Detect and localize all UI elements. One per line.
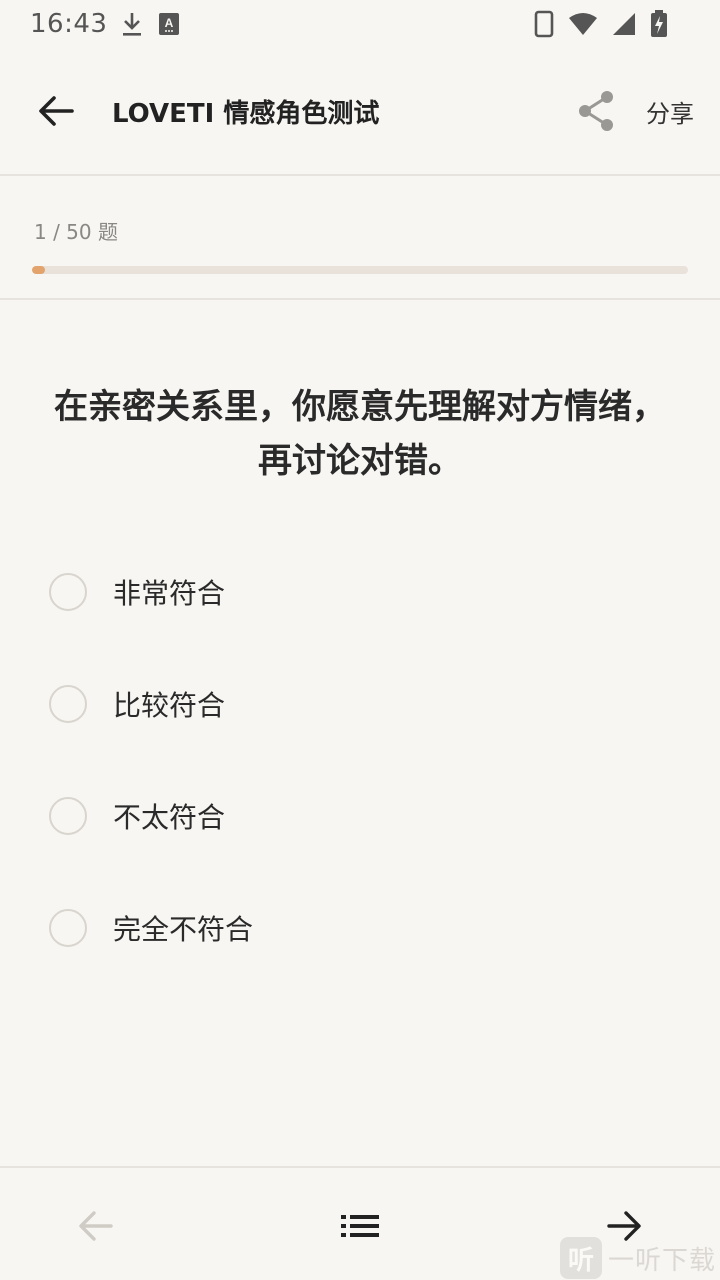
answer-options: 非常符合 比较符合 不太符合 完全不符合 [0,536,720,984]
watermark-text: 一听下载 [608,1245,717,1276]
option-item[interactable]: 不太符合 [0,760,720,872]
status-left-icons: A [121,11,180,37]
question-list-button[interactable] [328,1194,392,1258]
arrow-left-icon [79,1211,113,1241]
app-bar: LOVETI 情感角色测试 分享 [0,48,720,176]
option-label: 比较符合 [113,689,226,722]
status-right-icons [534,10,668,38]
arrow-back-icon [39,96,74,126]
list-icon [341,1215,379,1237]
progress-counter: 1 / 50 题 [34,220,118,244]
a-notification-icon: A [159,13,180,35]
battery-charging-icon [650,10,668,38]
svg-text:A: A [165,16,174,30]
share-button[interactable]: 分享 [574,89,694,133]
progress-fill [32,266,46,274]
status-time: 16:43 [30,9,108,39]
watermark: 听 一听下载 [560,1236,716,1280]
progress-bar [32,266,688,274]
radio-circle-icon[interactable] [49,909,87,947]
option-item[interactable]: 完全不符合 [0,872,720,984]
option-item[interactable]: 非常符合 [0,536,720,648]
option-item[interactable]: 比较符合 [0,648,720,760]
screen: 16:43 A LOVETI 情感角色测试 分享 1 / 50 题 在亲密关系里… [0,0,720,1280]
radio-circle-icon[interactable] [49,573,87,611]
page-title: LOVETI 情感角色测试 [112,98,380,129]
download-icon [121,11,143,37]
watermark-logo: 听 [560,1237,602,1279]
status-bar: 16:43 A [0,0,720,48]
radio-circle-icon[interactable] [49,797,87,835]
option-label: 非常符合 [113,577,226,610]
wifi-icon [568,12,598,36]
question-text: 在亲密关系里，你愿意先理解对方情绪，再讨论对错。 [54,387,666,481]
option-label: 完全不符合 [113,913,254,946]
progress-section: 1 / 50 题 [0,178,720,300]
back-button[interactable] [24,79,88,143]
radio-circle-icon[interactable] [49,685,87,723]
share-label: 分享 [646,99,694,128]
signal-icon [612,12,636,36]
share-icon [574,89,618,133]
previous-button[interactable] [64,1194,128,1258]
phone-icon [534,10,554,38]
option-label: 不太符合 [113,801,226,834]
